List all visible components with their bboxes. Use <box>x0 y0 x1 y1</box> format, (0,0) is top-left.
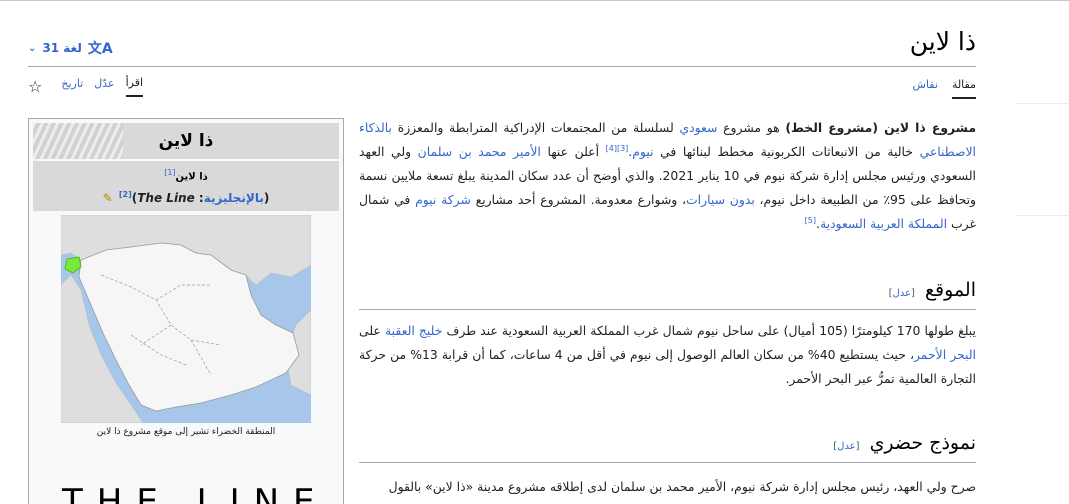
english-name: (بالإنجليزية: The Line)[2] ✎ <box>33 186 339 207</box>
text: هو مشروع <box>717 120 786 135</box>
infobox-title-bar: ذا لاين <box>33 123 339 159</box>
map-caption: المنطقة الخضراء تشير إلى موقع مشروع ذا ل… <box>96 427 276 438</box>
right-divider <box>1016 215 1069 216</box>
model-paragraph: صرح ولي العهد، رئيس مجلس إدارة شركة نيوم… <box>388 479 976 494</box>
page-title: ذا لاين <box>909 27 976 56</box>
text: ، حيث يستطيع 40% من سكان العالم الوصول إ… <box>359 347 976 386</box>
right-divider <box>1016 103 1069 104</box>
namespace-tabs: مقالة نقاش <box>913 78 976 99</box>
heading-underline <box>359 462 976 463</box>
link-neom-company[interactable]: شركة نيوم <box>415 192 471 207</box>
translate-icon: 文A <box>87 41 113 57</box>
link-neom[interactable]: نيوم <box>632 144 653 159</box>
ref-5[interactable]: [5] <box>805 216 816 225</box>
tab-history[interactable]: تاريخ <box>61 77 83 96</box>
chevron-down-icon: ⌄ <box>28 42 37 54</box>
section-edit: [عدل] <box>833 441 859 452</box>
text: على <box>359 323 385 338</box>
link-mbs[interactable]: الأمير محمد بن سلمان <box>418 144 541 159</box>
intro-paragraph: مشروع ذا لاين (مشروع الخط) هو مشروع سعود… <box>359 116 976 236</box>
infobox-names: ذا لاين[1] (بالإنجليزية: The Line)[2] ✎ <box>33 161 339 212</box>
language-count: 31 لغة <box>42 41 82 55</box>
heading-text: نموذج حضري <box>869 432 976 454</box>
location-map[interactable] <box>61 215 311 424</box>
ref-4[interactable]: [4] <box>606 144 617 153</box>
tab-read[interactable]: اقرأ <box>125 76 144 97</box>
paren: ( <box>263 191 270 206</box>
ref-1[interactable]: [1] <box>164 168 175 177</box>
edit-section-model-link[interactable]: عدل <box>837 441 855 452</box>
intro-bold: مشروع ذا لاين (مشروع الخط) <box>785 120 977 135</box>
link-english[interactable]: بالإنجليزية <box>204 191 264 205</box>
edit-section-location-link[interactable]: عدل <box>893 288 911 299</box>
infobox-name: ذا لاين <box>175 171 208 183</box>
rays-decoration <box>33 123 123 159</box>
edit-pencil-icon[interactable]: ✎ <box>103 191 113 205</box>
ref-2[interactable]: [2] <box>119 190 132 199</box>
link-red-sea[interactable]: البحر الأحمر <box>914 347 976 362</box>
infobox: ذا لاين ذا لاين[1] (بالإنجليزية: The Lin… <box>28 118 344 504</box>
english-name-text: The Line <box>137 191 195 206</box>
tab-edit[interactable]: عدّل <box>94 77 114 96</box>
text: يبلغ طولها 170 كيلومترًا (105 أميال) على… <box>442 323 976 338</box>
text: أعلن عنها <box>540 144 606 159</box>
link-gulf-aqaba[interactable]: خليج العقبة <box>385 323 442 338</box>
section-heading-location: الموقع [عدل] <box>359 279 976 301</box>
watch-star-icon[interactable]: ☆ <box>28 78 42 95</box>
bracket: [ <box>855 441 860 452</box>
heading-text: الموقع <box>924 279 976 301</box>
tab-talk[interactable]: نقاش <box>913 78 938 99</box>
heading-underline <box>359 309 976 310</box>
language-button[interactable]: ⌄ 31 لغة 文A <box>28 38 113 58</box>
the-line-logo: THE LINE <box>62 482 329 504</box>
section-edit: [عدل] <box>889 288 915 299</box>
tab-article[interactable]: مقالة <box>951 78 976 99</box>
location-paragraph: يبلغ طولها 170 كيلومترًا (105 أميال) على… <box>359 319 976 391</box>
page-actions: ☆ تاريخ عدّل اقرأ <box>28 76 144 97</box>
text: ، وشوارع معدومة. المشروع أحد مشاريع <box>470 192 687 207</box>
infobox-title: ذا لاين <box>158 131 214 151</box>
text: خالية من الانبعاثات الكربونية مخطط لبنائ… <box>653 144 920 159</box>
bracket: [ <box>911 288 915 299</box>
link-ksa[interactable]: المملكة العربية السعودية <box>820 216 947 231</box>
link-saudi[interactable]: سعودي <box>679 120 717 135</box>
text: لسلسلة من المجتمعات الإدراكية المترابطة … <box>392 120 680 135</box>
ref-3[interactable]: [3] <box>617 144 628 153</box>
section-heading-urban-model: نموذج حضري [عدل] <box>359 432 976 454</box>
top-border <box>0 0 1069 1</box>
link-no-cars[interactable]: بدون سيارات <box>686 192 755 207</box>
colon: : <box>194 191 204 206</box>
title-divider <box>28 66 976 67</box>
